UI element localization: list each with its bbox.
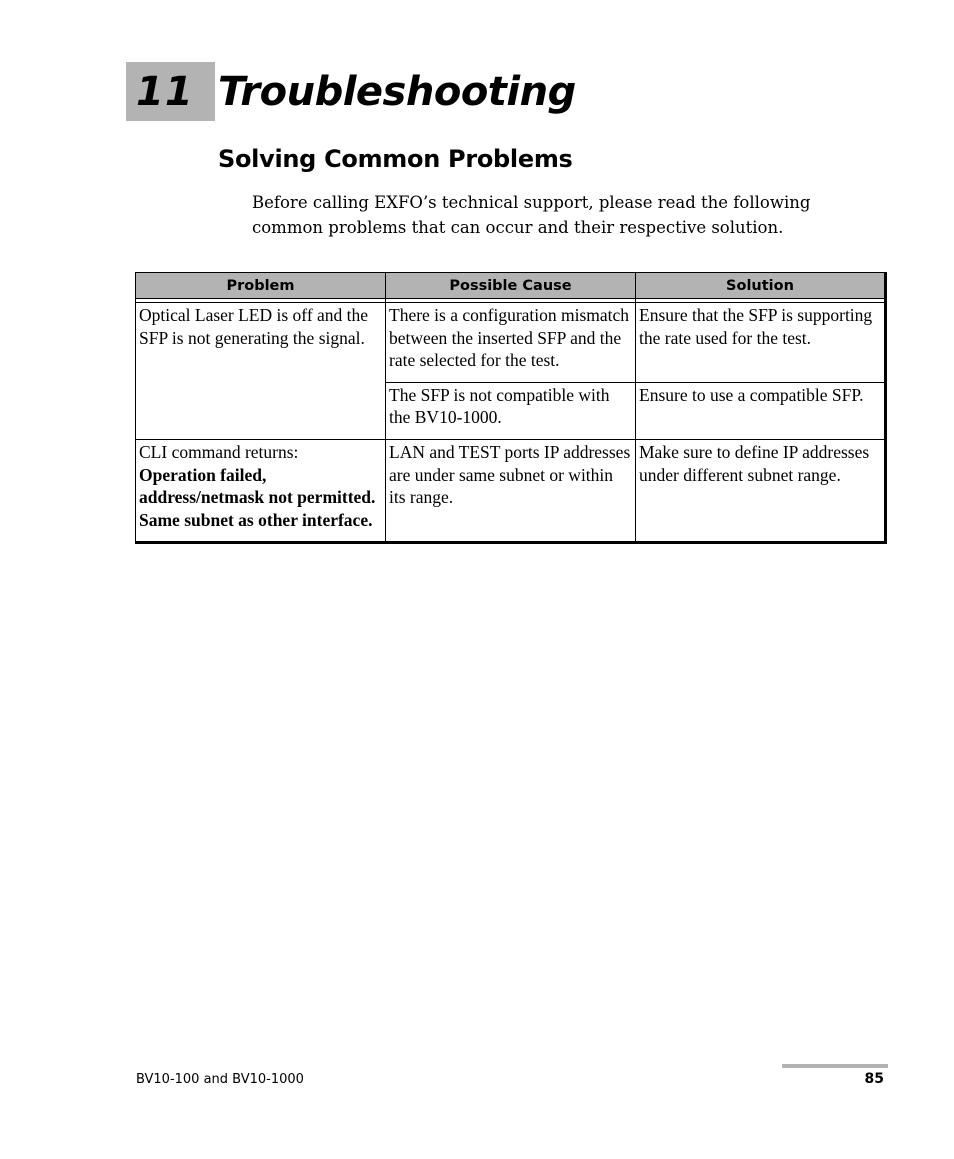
intro-paragraph: Before calling EXFO’s technical support,…: [252, 193, 811, 237]
solution-text: Ensure that the SFP is supporting the ra…: [639, 305, 873, 348]
page-number: 85: [864, 1071, 884, 1087]
solution-cell: Ensure to use a compatible SFP.: [635, 381, 886, 440]
cause-cell: LAN and TEST ports IP addresses are unde…: [385, 438, 636, 544]
table-row: CLI command returns: Operation failed, a…: [135, 438, 886, 544]
header-problem: Problem: [135, 272, 386, 299]
chapter-title: Troubleshooting: [218, 69, 576, 115]
solution-cell: Make sure to define IP addresses under d…: [635, 438, 886, 544]
troubleshooting-table-container: Problem Possible Cause Solution Optical …: [135, 272, 888, 545]
header-solution: Solution: [635, 272, 886, 299]
problem-cell: CLI command returns: Operation failed, a…: [135, 438, 386, 544]
solution-cell: Ensure that the SFP is supporting the ra…: [635, 302, 886, 383]
cause-cell: There is a configuration mismatch betwee…: [385, 302, 636, 383]
cause-text: The SFP is not compatible with the BV10-…: [389, 384, 610, 428]
header-possible-cause: Possible Cause: [385, 272, 636, 299]
cause-text: There is a configuration mismatch betwee…: [389, 305, 630, 371]
cause-text: LAN and TEST ports IP addresses are unde…: [389, 441, 631, 508]
problem-text: Optical Laser LED is off and the SFP is …: [139, 305, 369, 348]
solution-text: Ensure to use a compatible SFP.: [639, 384, 864, 405]
footer-product-name: BV10-100 and BV10-1000: [136, 1072, 304, 1087]
footer-rule: [782, 1064, 888, 1068]
solution-text: Make sure to define IP addresses under d…: [639, 441, 870, 485]
section-title: Solving Common Problems: [218, 145, 573, 173]
troubleshooting-table: Problem Possible Cause Solution Optical …: [135, 272, 887, 545]
table-row: Optical Laser LED is off and the SFP is …: [135, 302, 886, 440]
problem-cell: Optical Laser LED is off and the SFP is …: [135, 302, 386, 440]
error-message-text: Operation failed, address/netmask not pe…: [139, 464, 376, 530]
table-header-row: Problem Possible Cause Solution: [135, 272, 886, 299]
cause-cell: The SFP is not compatible with the BV10-…: [385, 381, 636, 440]
problem-prefix-text: CLI command returns:: [139, 441, 299, 462]
chapter-number: 11: [136, 69, 194, 115]
